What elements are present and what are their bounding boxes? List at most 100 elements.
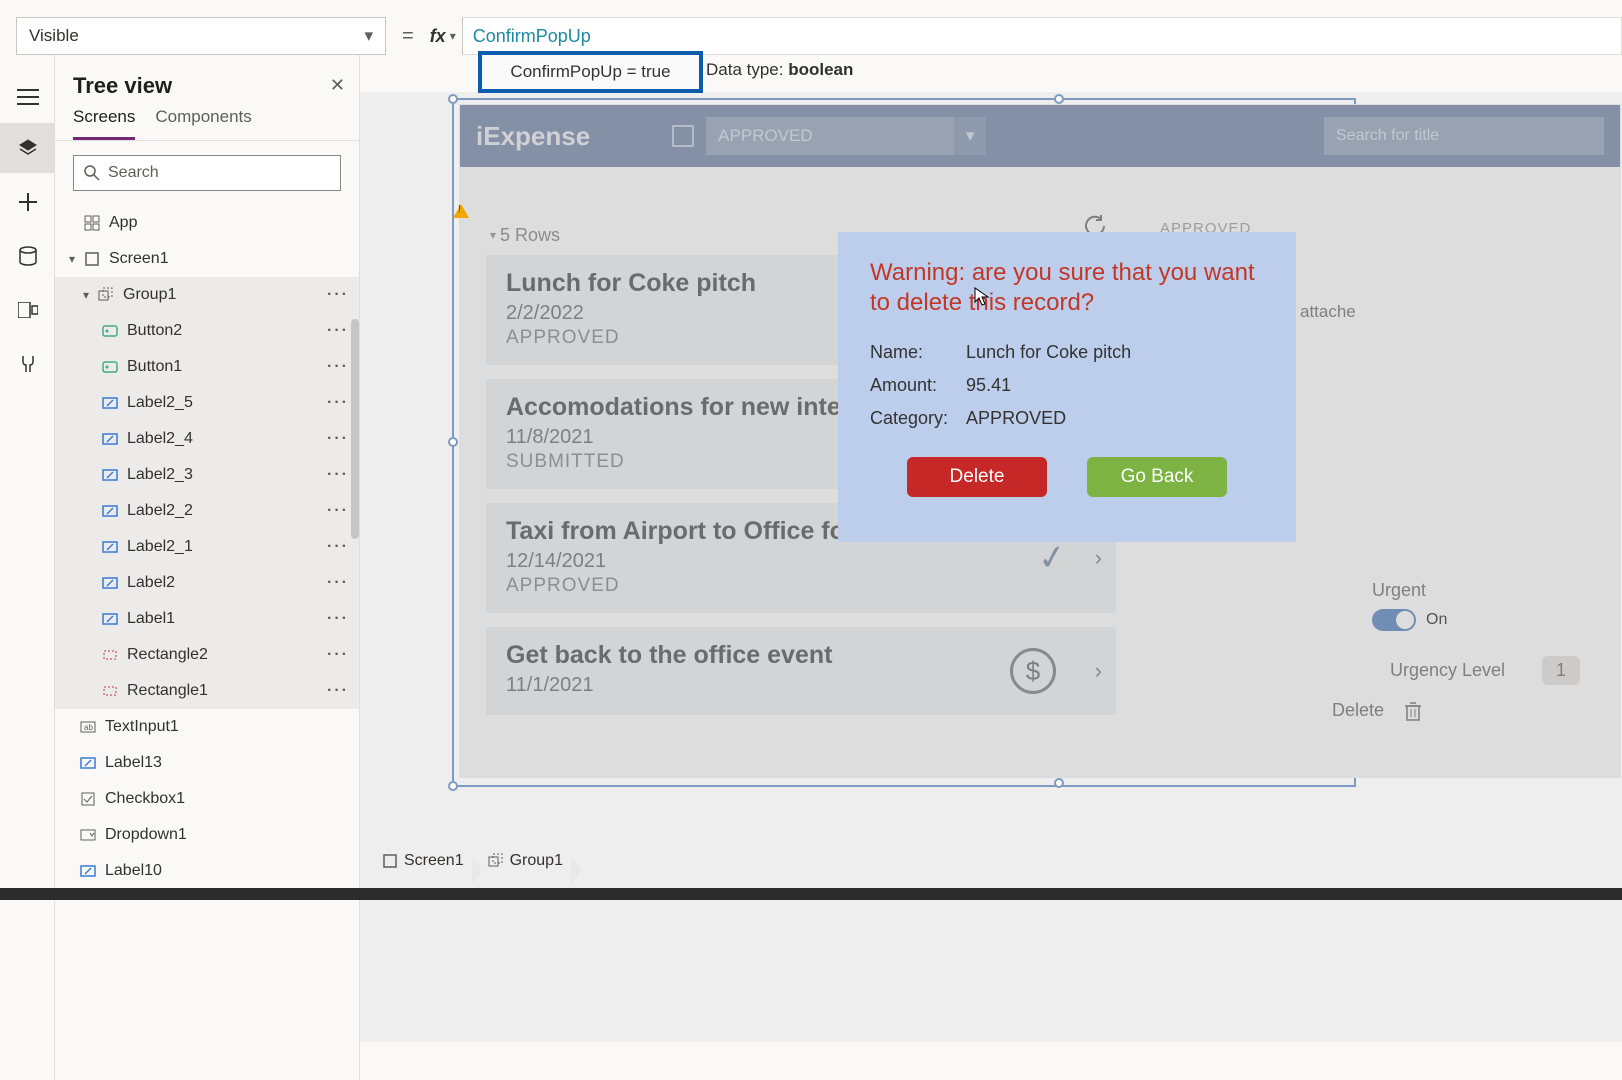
resize-handle[interactable]: [448, 781, 458, 791]
resize-handle[interactable]: [1054, 94, 1064, 104]
property-select[interactable]: Visible: [16, 17, 386, 55]
tree-node[interactable]: Label2···: [55, 565, 359, 601]
more-icon[interactable]: ···: [327, 430, 349, 448]
tree-node[interactable]: Label13: [55, 745, 359, 781]
tab-components[interactable]: Components: [155, 107, 251, 140]
tree-node[interactable]: Label2_1···: [55, 529, 359, 565]
scrollbar[interactable]: [351, 319, 359, 539]
tools-icon[interactable]: [0, 339, 55, 389]
more-icon[interactable]: ···: [327, 286, 349, 304]
close-icon[interactable]: ✕: [330, 75, 345, 96]
control-icon: [99, 504, 121, 518]
mouse-cursor: [974, 287, 990, 312]
tree-node[interactable]: Rectangle1···: [55, 673, 359, 709]
layers-icon[interactable]: [0, 123, 55, 173]
more-icon[interactable]: ···: [327, 574, 349, 592]
more-icon[interactable]: ···: [327, 322, 349, 340]
tree-node[interactable]: Label2_5···: [55, 385, 359, 421]
tree-node[interactable]: Label2_2···: [55, 493, 359, 529]
expense-card[interactable]: Get back to the office event 11/1/2021 $: [486, 627, 1116, 715]
canvas-breadcrumb: Screen1 Group1: [374, 842, 575, 880]
tab-screens[interactable]: Screens: [73, 107, 135, 140]
more-icon[interactable]: ···: [327, 358, 349, 376]
resize-handle[interactable]: [1054, 778, 1064, 788]
urgency-value[interactable]: 1: [1542, 656, 1580, 685]
property-name: Visible: [29, 26, 79, 46]
side-delete-row[interactable]: Delete: [1332, 700, 1522, 721]
card-date: 11/1/2021: [506, 674, 1096, 697]
control-icon: [99, 648, 121, 662]
tree-node[interactable]: Rectangle2···: [55, 637, 359, 673]
control-icon: [77, 756, 99, 770]
urgent-toggle[interactable]: On: [1372, 609, 1562, 631]
chevron-right-icon[interactable]: [1095, 658, 1102, 684]
app-header: iExpense APPROVED Search for title: [460, 105, 1620, 167]
formula-text: ConfirmPopUp: [473, 26, 591, 47]
more-icon[interactable]: ···: [327, 646, 349, 664]
fx-label[interactable]: fx: [430, 26, 456, 47]
search-input[interactable]: Search for title: [1324, 117, 1604, 155]
control-icon: [77, 792, 99, 806]
tree-node-group[interactable]: Group1 ···: [55, 277, 359, 313]
group-icon: [95, 287, 117, 303]
search-icon: [84, 165, 100, 181]
data-type-label: Data type: boolean: [706, 60, 853, 80]
tree-node[interactable]: ab TextInput1: [55, 709, 359, 745]
control-icon: [99, 432, 121, 446]
tree-node-screen[interactable]: Screen1: [55, 241, 359, 277]
chevron-down-icon: [954, 117, 986, 155]
control-icon: [99, 576, 121, 590]
tree-node[interactable]: Label1···: [55, 601, 359, 637]
chevron-down-icon: [450, 29, 456, 43]
add-icon[interactable]: [0, 177, 55, 227]
row-count: 5 Rows: [490, 225, 560, 246]
status-dropdown[interactable]: APPROVED: [706, 117, 986, 155]
urgency-level-row: Urgency Level 1: [1390, 656, 1580, 685]
more-icon[interactable]: ···: [327, 682, 349, 700]
resize-handle[interactable]: [448, 94, 458, 104]
control-icon: [99, 360, 121, 374]
media-icon[interactable]: [0, 285, 55, 335]
tree-node[interactable]: Button1···: [55, 349, 359, 385]
delete-button[interactable]: Delete: [907, 457, 1047, 497]
tree-node[interactable]: Button2···: [55, 313, 359, 349]
control-icon: [99, 396, 121, 410]
screen-icon: [81, 252, 103, 266]
tree-node[interactable]: Label2_4···: [55, 421, 359, 457]
resize-handle[interactable]: [448, 437, 458, 447]
more-icon[interactable]: ···: [327, 394, 349, 412]
tree-node[interactable]: Label10: [55, 853, 359, 885]
trash-icon: [1404, 701, 1422, 721]
popup-details: Name:Lunch for Coke pitch Amount:95.41 C…: [870, 336, 1149, 435]
more-icon[interactable]: ···: [327, 538, 349, 556]
database-icon[interactable]: [0, 231, 55, 281]
tree-node[interactable]: Label2_3···: [55, 457, 359, 493]
tree-view-panel: Tree view ✕ Screens Components Search Ap…: [55, 55, 360, 1080]
go-back-button[interactable]: Go Back: [1087, 457, 1227, 497]
control-icon: ab: [77, 721, 99, 733]
breadcrumb-group[interactable]: Group1: [480, 852, 575, 870]
more-icon[interactable]: ···: [327, 610, 349, 628]
header-checkbox[interactable]: [672, 125, 694, 147]
tree-node-app[interactable]: App: [55, 205, 359, 241]
more-icon[interactable]: ···: [327, 466, 349, 484]
breadcrumb-screen[interactable]: Screen1: [374, 852, 476, 870]
more-icon[interactable]: ···: [327, 502, 349, 520]
tree-search-input[interactable]: Search: [73, 155, 341, 191]
tree-node[interactable]: Checkbox1: [55, 781, 359, 817]
left-rail: [0, 55, 55, 1080]
app-icon: [81, 215, 103, 231]
control-icon: [99, 684, 121, 698]
tree-node[interactable]: Dropdown1: [55, 817, 359, 853]
dollar-icon: $: [1010, 648, 1056, 694]
hamburger-icon[interactable]: [0, 75, 55, 119]
control-icon: [99, 540, 121, 554]
control-icon: [99, 612, 121, 626]
popup-warning-text: Warning: are you sure that you want to d…: [870, 258, 1264, 318]
app-title: iExpense: [476, 121, 590, 152]
chevron-down-icon: [364, 26, 373, 46]
chevron-right-icon[interactable]: [1095, 545, 1102, 571]
control-icon: [77, 864, 99, 878]
warning-icon: [453, 204, 469, 218]
formula-bar[interactable]: ConfirmPopUp: [462, 17, 1622, 55]
